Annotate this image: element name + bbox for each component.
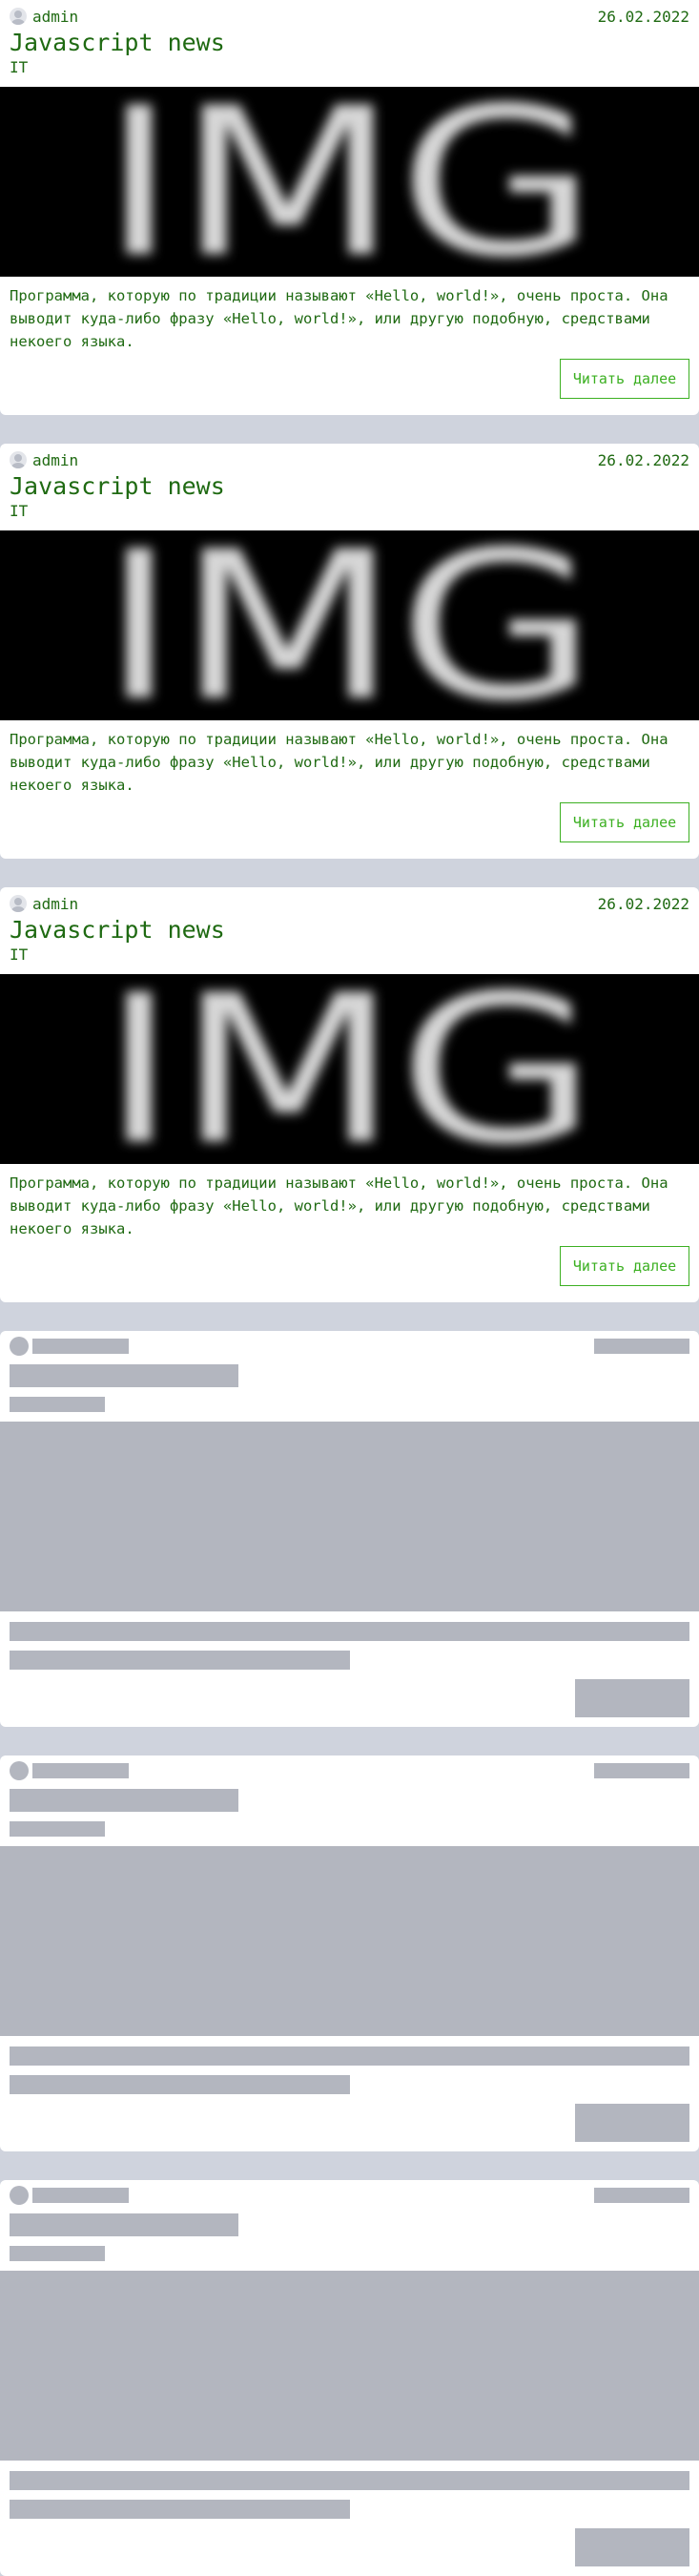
card-header: admin 26.02.2022 — [0, 0, 699, 26]
news-feed: admin 26.02.2022 Javascript news IT IMG … — [0, 0, 699, 2576]
post-image: IMG — [0, 87, 699, 277]
post-category: IT — [10, 58, 29, 76]
skeleton-text-line — [10, 2471, 689, 2490]
skeleton-category — [10, 1821, 105, 1837]
image-placeholder-label: IMG — [101, 87, 597, 277]
post-excerpt: Программа, которую по традиции называют … — [10, 731, 668, 794]
user-avatar-icon — [10, 895, 27, 912]
user-avatar-icon — [10, 8, 27, 25]
skeleton-date — [594, 1339, 689, 1354]
skeleton-text-line — [10, 2075, 350, 2094]
image-placeholder-label: IMG — [101, 974, 597, 1164]
post-excerpt: Программа, которую по традиции называют … — [10, 287, 668, 350]
skeleton-image — [0, 2271, 699, 2461]
author: admin — [10, 451, 78, 469]
skeleton-image — [0, 1846, 699, 2036]
author-name: admin — [32, 7, 79, 26]
skeleton-author — [32, 2188, 129, 2203]
skeleton-button — [575, 2528, 689, 2566]
skeleton-card — [0, 1331, 699, 1727]
author: admin — [10, 895, 78, 913]
skeleton-author — [32, 1763, 129, 1778]
user-avatar-icon — [10, 451, 27, 468]
skeleton-date — [594, 2188, 689, 2203]
skeleton-date — [594, 1763, 689, 1778]
skeleton-title — [10, 1364, 238, 1387]
post-excerpt: Программа, которую по традиции называют … — [10, 1174, 668, 1237]
read-more-button[interactable]: Читать далее — [560, 359, 689, 399]
read-more-button[interactable]: Читать далее — [560, 802, 689, 842]
skeleton-avatar — [10, 2186, 29, 2205]
skeleton-author — [32, 1339, 129, 1354]
image-placeholder-label: IMG — [101, 530, 597, 720]
post-date: 26.02.2022 — [597, 894, 689, 913]
skeleton-category — [10, 2246, 105, 2261]
post-title: Javascript news — [10, 916, 225, 944]
skeleton-text-line — [10, 1622, 689, 1641]
skeleton-category — [10, 1397, 105, 1412]
post-image: IMG — [0, 974, 699, 1164]
post-title: Javascript news — [10, 472, 225, 500]
post-date: 26.02.2022 — [597, 7, 689, 26]
author-name: admin — [32, 450, 79, 469]
post-category: IT — [10, 502, 29, 520]
post-date: 26.02.2022 — [597, 450, 689, 469]
skeleton-card — [0, 1755, 699, 2151]
skeleton-button — [575, 1679, 689, 1717]
skeleton-button — [575, 2104, 689, 2142]
news-card: admin 26.02.2022 Javascript news IT IMG … — [0, 887, 699, 1302]
skeleton-card — [0, 2180, 699, 2576]
card-header: admin 26.02.2022 — [0, 444, 699, 469]
skeleton-title — [10, 2213, 238, 2236]
skeleton-text-line — [10, 2046, 689, 2066]
skeleton-avatar — [10, 1337, 29, 1356]
post-category: IT — [10, 945, 29, 964]
news-card: admin 26.02.2022 Javascript news IT IMG … — [0, 0, 699, 415]
skeleton-text-line — [10, 1651, 350, 1670]
post-image: IMG — [0, 530, 699, 720]
skeleton-text-line — [10, 2500, 350, 2519]
post-title: Javascript news — [10, 29, 225, 56]
news-card: admin 26.02.2022 Javascript news IT IMG … — [0, 444, 699, 859]
author: admin — [10, 8, 78, 26]
skeleton-avatar — [10, 1761, 29, 1780]
read-more-button[interactable]: Читать далее — [560, 1246, 689, 1286]
author-name: admin — [32, 894, 79, 913]
skeleton-image — [0, 1422, 699, 1611]
card-header: admin 26.02.2022 — [0, 887, 699, 913]
skeleton-title — [10, 1789, 238, 1812]
